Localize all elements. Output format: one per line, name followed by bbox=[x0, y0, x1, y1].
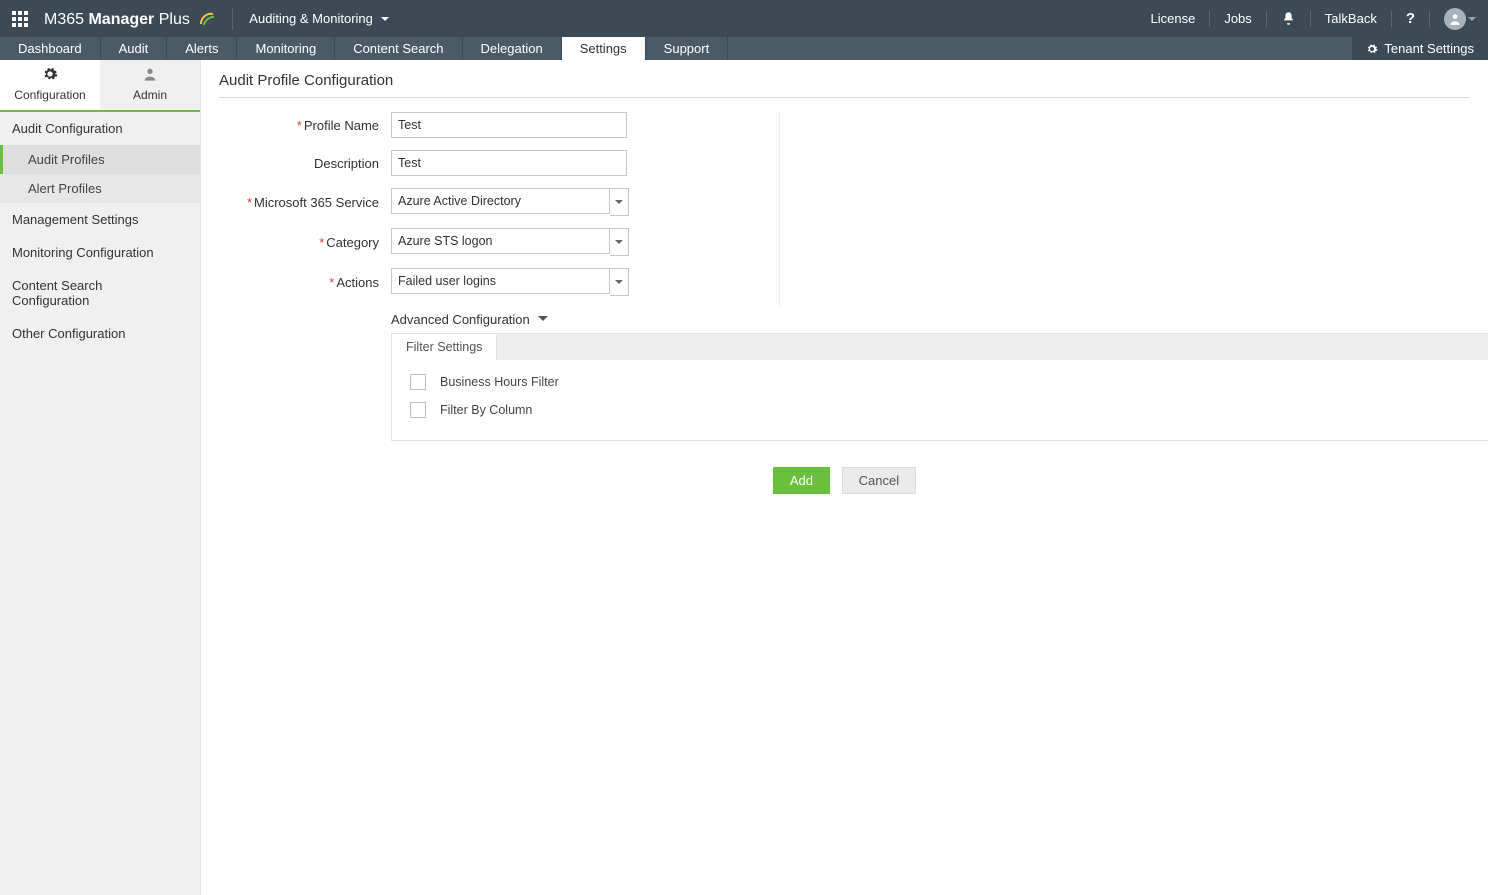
chevron-down-icon bbox=[610, 268, 629, 296]
chevron-down-icon bbox=[610, 228, 629, 256]
service-select[interactable]: Azure Active Directory bbox=[391, 188, 629, 216]
app-launcher-icon[interactable] bbox=[12, 11, 28, 27]
navtabs: Dashboard Audit Alerts Monitoring Conten… bbox=[0, 37, 1488, 60]
chevron-right-icon bbox=[180, 330, 188, 338]
brand-pre: M365 bbox=[44, 11, 88, 28]
talkback-link[interactable]: TalkBack bbox=[1325, 11, 1377, 26]
service-value: Azure Active Directory bbox=[391, 188, 610, 214]
service-label: *Microsoft 365 Service bbox=[219, 195, 391, 210]
brand-strong: Manager bbox=[88, 11, 154, 28]
brand-arc-icon bbox=[198, 9, 216, 27]
tab-monitoring[interactable]: Monitoring bbox=[237, 37, 335, 60]
topbar-right: License Jobs TalkBack ? bbox=[1151, 8, 1476, 30]
module-picker[interactable]: Auditing & Monitoring bbox=[249, 11, 389, 26]
advanced-label: Advanced Configuration bbox=[391, 312, 530, 327]
tenant-settings-label: Tenant Settings bbox=[1384, 41, 1474, 56]
side-monitoring-label: Monitoring Configuration bbox=[12, 245, 154, 260]
page-title: Audit Profile Configuration bbox=[219, 72, 1470, 98]
chevron-down-icon bbox=[610, 188, 629, 216]
business-hours-label: Business Hours Filter bbox=[440, 375, 559, 389]
add-button[interactable]: Add bbox=[773, 467, 830, 494]
description-label: Description bbox=[219, 156, 391, 171]
side-alert-profiles[interactable]: Alert Profiles bbox=[0, 174, 200, 203]
filter-by-column-label: Filter By Column bbox=[440, 403, 532, 417]
description-input[interactable] bbox=[391, 150, 627, 176]
chevron-right-icon bbox=[180, 289, 188, 297]
person-icon bbox=[100, 66, 200, 85]
actions-value: Failed user logins bbox=[391, 268, 610, 294]
side-mgmt-label: Management Settings bbox=[12, 212, 138, 227]
tab-content-search[interactable]: Content Search bbox=[335, 37, 462, 60]
tab-audit[interactable]: Audit bbox=[101, 37, 168, 60]
advanced-config-toggle[interactable]: Advanced Configuration bbox=[391, 312, 1470, 327]
main: Audit Profile Configuration *Profile Nam… bbox=[201, 60, 1488, 895]
tab-alerts[interactable]: Alerts bbox=[167, 37, 237, 60]
side-audit-config-label: Audit Configuration bbox=[12, 121, 123, 136]
help-icon[interactable]: ? bbox=[1406, 10, 1415, 27]
cancel-button[interactable]: Cancel bbox=[842, 467, 916, 494]
tab-delegation[interactable]: Delegation bbox=[463, 37, 562, 60]
chevron-right-icon bbox=[180, 216, 188, 224]
side-mgmt-settings[interactable]: Management Settings bbox=[0, 203, 200, 236]
gear-icon bbox=[0, 66, 100, 85]
tab-dashboard[interactable]: Dashboard bbox=[0, 37, 101, 60]
filter-panel: Filter Settings Business Hours Filter Fi… bbox=[391, 333, 1488, 441]
chevron-down-icon bbox=[381, 17, 389, 25]
business-hours-checkbox[interactable] bbox=[410, 374, 426, 390]
actions-label: *Actions bbox=[219, 275, 391, 290]
sidetab-admin[interactable]: Admin bbox=[100, 60, 200, 110]
category-label: *Category bbox=[219, 235, 391, 250]
tenant-settings-button[interactable]: Tenant Settings bbox=[1352, 37, 1488, 60]
filter-settings-tab[interactable]: Filter Settings bbox=[391, 333, 497, 360]
user-avatar-icon bbox=[1444, 8, 1466, 30]
category-value: Azure STS logon bbox=[391, 228, 610, 254]
bell-icon[interactable] bbox=[1281, 11, 1296, 26]
chevron-down-icon bbox=[180, 127, 188, 135]
brand: M365 Manager Plus bbox=[44, 9, 216, 29]
side-audit-config[interactable]: Audit Configuration bbox=[0, 112, 200, 145]
side-other-label: Other Configuration bbox=[12, 326, 125, 341]
profile-name-label: *Profile Name bbox=[219, 118, 391, 133]
topbar: M365 Manager Plus Auditing & Monitoring … bbox=[0, 0, 1488, 37]
side-other-config[interactable]: Other Configuration bbox=[0, 317, 200, 350]
sidetab-config-label: Configuration bbox=[14, 88, 85, 102]
license-link[interactable]: License bbox=[1151, 11, 1196, 26]
jobs-link[interactable]: Jobs bbox=[1224, 11, 1251, 26]
profile-name-input[interactable] bbox=[391, 112, 627, 138]
side-cscfg-label: Content Search Configuration bbox=[12, 278, 180, 308]
sidebar: Configuration Admin Audit Configuration … bbox=[0, 60, 201, 895]
side-audit-profiles[interactable]: Audit Profiles bbox=[0, 145, 200, 174]
sidetab-admin-label: Admin bbox=[133, 88, 167, 102]
user-menu[interactable] bbox=[1444, 8, 1476, 30]
sidetab-configuration[interactable]: Configuration bbox=[0, 60, 100, 110]
module-label: Auditing & Monitoring bbox=[249, 11, 373, 26]
separator bbox=[232, 8, 233, 30]
gear-icon bbox=[1366, 43, 1378, 55]
brand-post: Plus bbox=[154, 11, 190, 28]
chevron-down-icon bbox=[538, 316, 548, 326]
category-select[interactable]: Azure STS logon bbox=[391, 228, 629, 256]
chevron-right-icon bbox=[180, 249, 188, 257]
chevron-down-icon bbox=[1468, 17, 1476, 25]
side-content-search-config[interactable]: Content Search Configuration bbox=[0, 269, 200, 317]
actions-select[interactable]: Failed user logins bbox=[391, 268, 629, 296]
side-monitoring-config[interactable]: Monitoring Configuration bbox=[0, 236, 200, 269]
filter-by-column-checkbox[interactable] bbox=[410, 402, 426, 418]
tab-support[interactable]: Support bbox=[646, 37, 729, 60]
tab-settings[interactable]: Settings bbox=[562, 37, 646, 60]
